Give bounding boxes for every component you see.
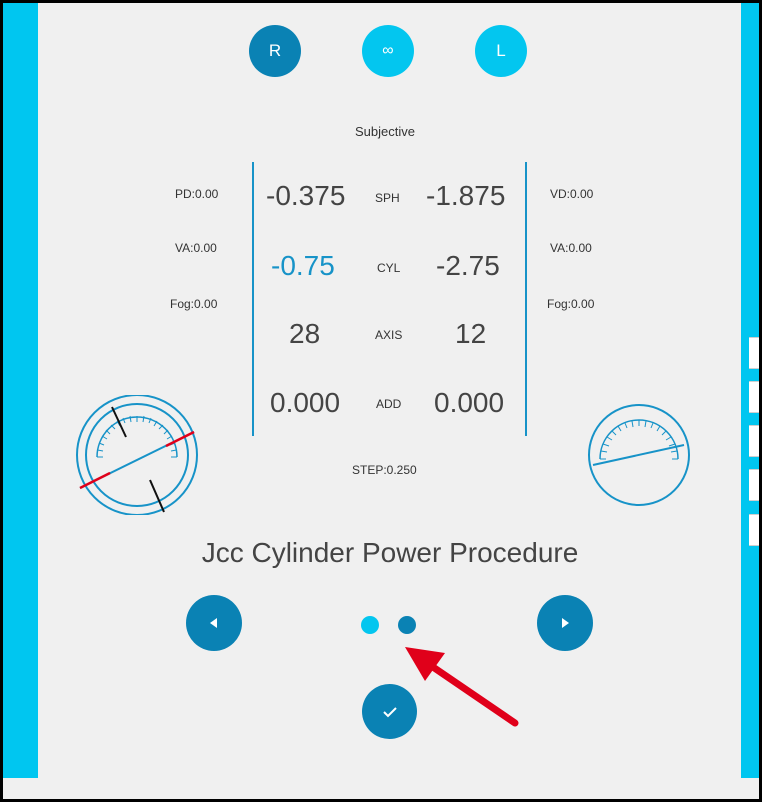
both-eyes-button[interactable]: ∞ xyxy=(362,25,414,77)
triangle-left-icon xyxy=(210,618,217,628)
annotation-arrow xyxy=(405,647,519,727)
left-va-value: VA:0.00 xyxy=(175,241,217,255)
right-axis-dial xyxy=(588,404,690,506)
vd-value: VD:0.00 xyxy=(550,187,594,201)
page-indicator-1[interactable] xyxy=(361,616,379,634)
cyl-left-value[interactable]: -2.75 xyxy=(436,250,500,282)
left-divider xyxy=(252,162,254,436)
mode-label: Subjective xyxy=(355,124,415,139)
left-sidebar xyxy=(3,3,38,778)
next-button[interactable] xyxy=(537,595,593,651)
page-indicator-2[interactable] xyxy=(398,616,416,634)
side-tab-3[interactable] xyxy=(749,425,761,457)
add-right-value[interactable]: 0.000 xyxy=(270,387,340,419)
right-va-value: VA:0.00 xyxy=(550,241,592,255)
side-tab-1[interactable] xyxy=(749,337,761,369)
side-tab-2[interactable] xyxy=(749,381,761,413)
pd-value: PD:0.00 xyxy=(175,187,219,201)
right-eye-button[interactable]: R xyxy=(249,25,301,77)
cyl-label: CYL xyxy=(377,261,401,275)
sph-right-value[interactable]: -0.375 xyxy=(266,180,345,212)
axis-left-value[interactable]: 12 xyxy=(455,318,486,350)
previous-button[interactable] xyxy=(186,595,242,651)
procedure-title: Jcc Cylinder Power Procedure xyxy=(201,537,579,568)
left-eye-button[interactable]: L xyxy=(475,25,527,77)
add-left-value[interactable]: 0.000 xyxy=(434,387,504,419)
right-eye-label: R xyxy=(268,41,282,60)
left-fog-value: Fog:0.00 xyxy=(170,297,218,311)
bottom-strip xyxy=(3,778,759,799)
cyl-right-value[interactable]: -0.75 xyxy=(271,250,335,282)
step-label: STEP:0.250 xyxy=(352,463,417,477)
right-fog-value: Fog:0.00 xyxy=(547,297,595,311)
axis-right-value[interactable]: 28 xyxy=(289,318,320,350)
triangle-right-icon xyxy=(562,618,569,628)
right-divider xyxy=(525,162,527,436)
sph-left-value[interactable]: -1.875 xyxy=(426,180,505,212)
side-tab-4[interactable] xyxy=(749,469,761,501)
axis-label: AXIS xyxy=(375,328,403,342)
both-eyes-label: ∞ xyxy=(382,42,394,59)
left-axis-dial xyxy=(76,395,198,515)
sph-label: SPH xyxy=(375,191,400,205)
left-eye-label: L xyxy=(496,41,506,60)
add-label: ADD xyxy=(376,397,402,411)
